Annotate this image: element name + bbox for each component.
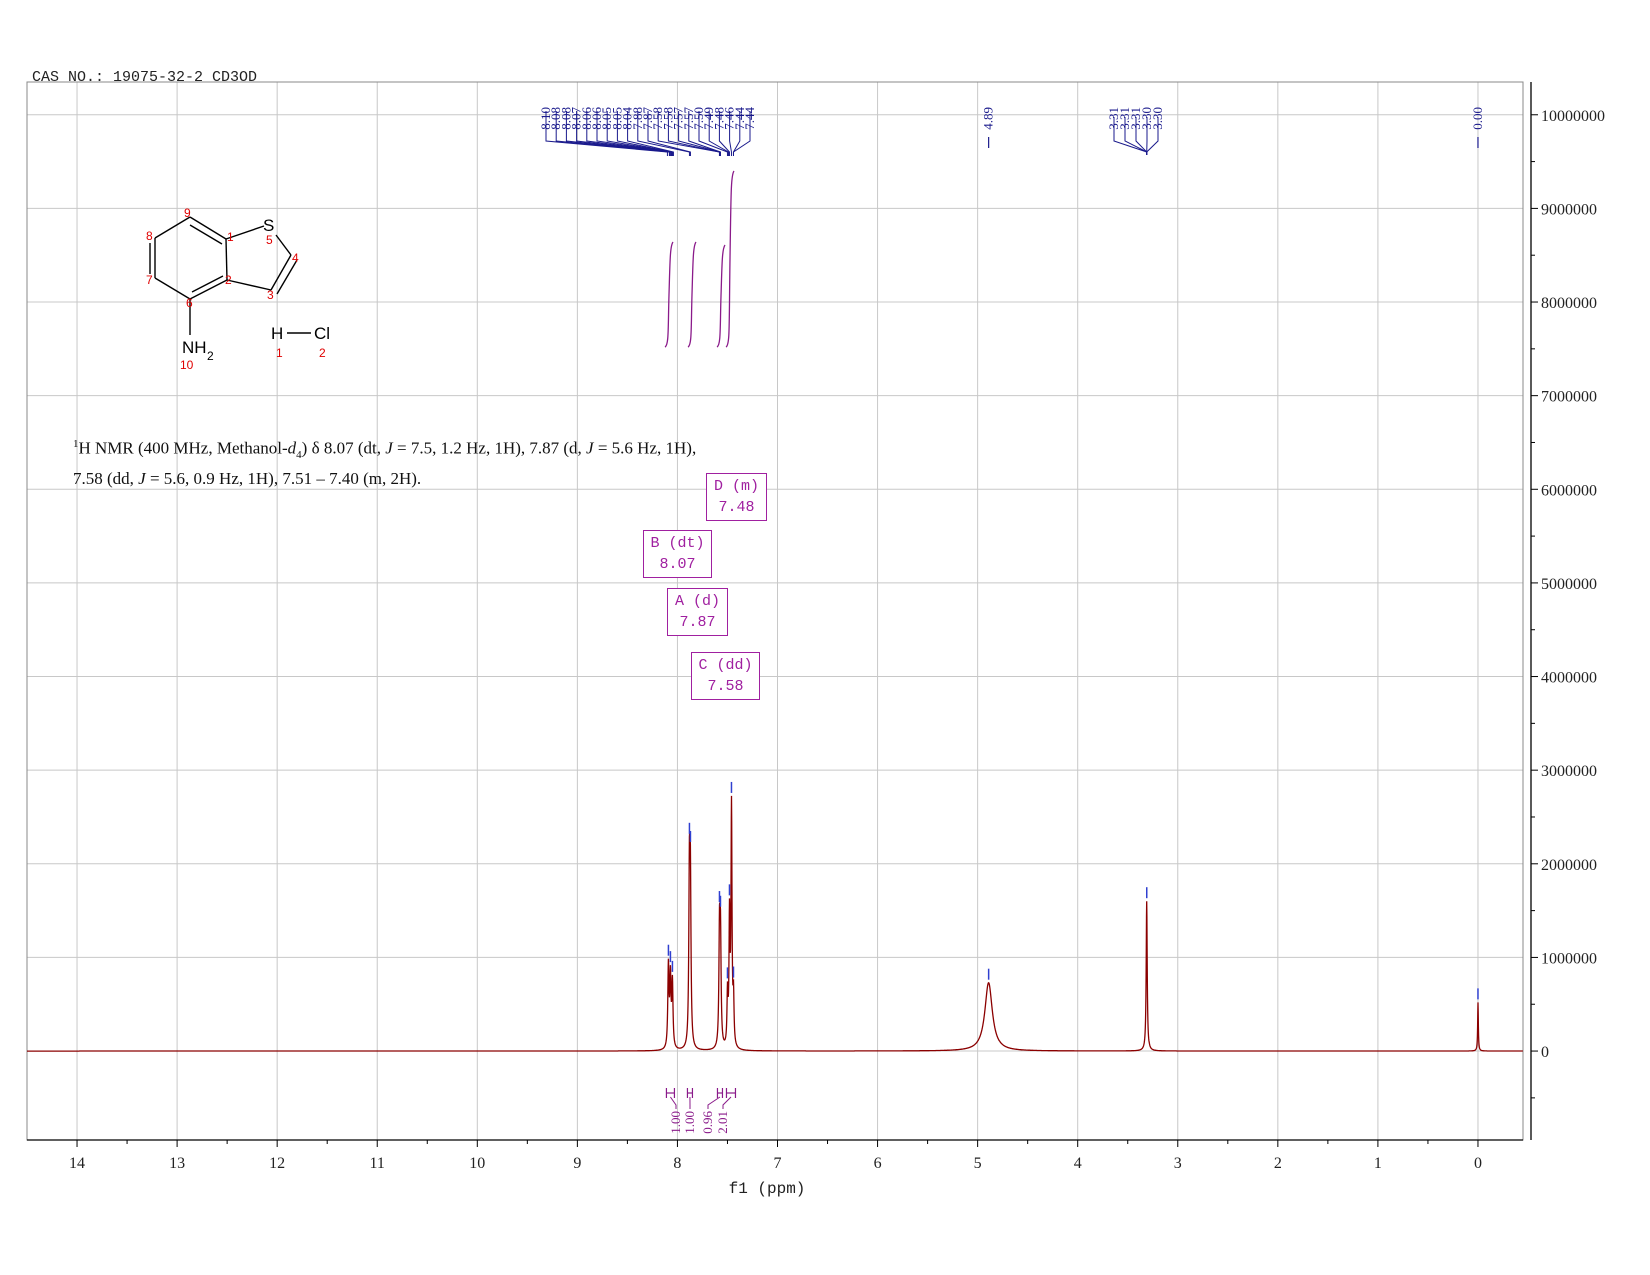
integral-value: 2.01	[715, 1111, 730, 1134]
atom-number-cl2: 2	[319, 346, 326, 360]
integral-markers: 1.00 1.00 0.96 2.01	[665, 1088, 737, 1134]
desc-seg3: 7.58 (dd,	[73, 469, 139, 489]
multiplet-shift: 7.48	[718, 499, 755, 516]
y-tick-label: 0	[1541, 1044, 1549, 1061]
x-tick-label: 1	[1374, 1155, 1382, 1172]
atom-number-5: 5	[266, 233, 273, 247]
desc-shift1: ) δ 8.07 (dt,	[301, 438, 386, 458]
integral-curve	[664, 241, 674, 348]
peak-labels: 8.108.088.088.078.068.068.058.058.047.88…	[538, 107, 1485, 156]
x-tick-label: 12	[269, 1155, 285, 1172]
spectrum-line	[27, 795, 1523, 1052]
x-tick-label: 4	[1074, 1155, 1082, 1172]
integral-leader	[722, 1096, 732, 1109]
desc-seg2: = 5.6 Hz, 1H),	[593, 438, 697, 458]
atom-hydrogen: H	[271, 324, 283, 343]
integral-value: 1.00	[682, 1111, 697, 1134]
j-symbol: J	[586, 438, 594, 458]
atom-chlorine: Cl	[314, 324, 330, 343]
multiplet-label: C (dd)	[698, 657, 753, 674]
nmr-description: 1H NMR (400 MHz, Methanol-d4) δ 8.07 (dt…	[73, 433, 773, 490]
x-tick-label: 6	[874, 1155, 882, 1172]
atom-number-1: 1	[227, 230, 234, 244]
y-tick-label: 8000000	[1541, 295, 1597, 312]
atom-number-h1: 1	[276, 346, 283, 360]
y-tick-label: 5000000	[1541, 576, 1597, 593]
y-tick-label: 10000000	[1541, 108, 1605, 125]
j-symbol: J	[385, 438, 393, 458]
x-tick-label: 9	[573, 1155, 581, 1172]
atom-amine: NH	[182, 338, 207, 357]
x-tick-label: 14	[69, 1155, 85, 1172]
x-tick-label: 13	[169, 1155, 185, 1172]
atom-number-10: 10	[180, 358, 194, 372]
multiplet-label: D (m)	[713, 478, 759, 495]
integral-curves	[664, 170, 735, 348]
x-tick-label: 10	[469, 1155, 485, 1172]
integral-value: 1.00	[668, 1111, 683, 1134]
y-tick-label: 4000000	[1541, 670, 1597, 687]
desc-seg1: = 7.5, 1.2 Hz, 1H), 7.87 (d,	[392, 438, 587, 458]
sample-header: CAS NO.: 19075-32-2 CD3OD	[32, 69, 258, 86]
multiplet-shift: 7.58	[707, 678, 744, 695]
integral-curve	[687, 241, 697, 348]
peak-label: 0.00	[1470, 107, 1485, 130]
peak-label: 4.89	[981, 107, 996, 130]
desc-seg4: = 5.6, 0.9 Hz, 1H), 7.51 – 7.40 (m, 2H).	[145, 469, 422, 489]
x-tick-label: 11	[370, 1155, 385, 1172]
multiplet-box-a: A (d) 7.87	[667, 588, 728, 636]
atom-number-3: 3	[267, 288, 274, 302]
integral-leader	[707, 1096, 721, 1109]
multiplet-label: A (d)	[674, 593, 720, 610]
peak-markers	[667, 781, 1479, 1000]
y-tick-label: 6000000	[1541, 482, 1597, 499]
molecule-structure: S NH 2 H Cl 9 8 1 5 4 7 2 3 6 10 1 2	[146, 206, 330, 372]
x-tick-label: 5	[974, 1155, 982, 1172]
chart-grid	[27, 82, 1523, 1140]
integral-leader	[670, 1096, 677, 1109]
y-tick-label: 7000000	[1541, 389, 1597, 406]
nmr-spectrum-chart: S NH 2 H Cl 9 8 1 5 4 7 2 3 6 10 1 2 8.1…	[26, 81, 1605, 1198]
atom-amine-subscript: 2	[207, 349, 214, 363]
multiplet-box-b: B (dt) 8.07	[643, 530, 712, 578]
integral-curve	[716, 244, 726, 348]
desc-prefix: H NMR (400 MHz, Methanol-	[78, 438, 288, 458]
x-tick-label: 0	[1474, 1155, 1482, 1172]
multiplet-box-d: D (m) 7.48	[706, 473, 767, 521]
solvent-d: d	[287, 438, 297, 458]
j-symbol: J	[138, 469, 146, 489]
atom-number-4: 4	[292, 251, 299, 265]
multiplet-shift: 7.87	[679, 614, 716, 631]
y-tick-label: 1000000	[1541, 950, 1597, 967]
x-tick-label: 3	[1174, 1155, 1182, 1172]
integral-value: 0.96	[700, 1111, 715, 1134]
x-tick-label: 7	[774, 1155, 782, 1172]
multiplet-box-c: C (dd) 7.58	[691, 652, 760, 700]
atom-number-6: 6	[186, 296, 193, 310]
y-tick-label: 9000000	[1541, 201, 1597, 218]
y-tick-label: 3000000	[1541, 763, 1597, 780]
y-tick-label: 2000000	[1541, 857, 1597, 874]
atom-number-9: 9	[184, 206, 191, 220]
x-axis: 14 13 12 11 10 9 8 7 6 5 4 3 2 1 0	[27, 1139, 1523, 1172]
multiplet-shift: 8.07	[659, 556, 696, 573]
x-tick-label: 2	[1274, 1155, 1282, 1172]
x-tick-label: 8	[673, 1155, 681, 1172]
atom-number-8: 8	[146, 229, 153, 243]
atom-number-2: 2	[225, 273, 232, 287]
y-axis: 0 1000000 2000000 3000000 4000000 5000000 6000…	[1530, 82, 1605, 1140]
plot-frame	[26, 81, 1524, 1141]
atom-number-7: 7	[146, 273, 153, 287]
multiplet-label: B (dt)	[650, 535, 705, 552]
x-axis-title: f1 (ppm)	[729, 1180, 806, 1198]
integral-curve	[725, 170, 735, 348]
